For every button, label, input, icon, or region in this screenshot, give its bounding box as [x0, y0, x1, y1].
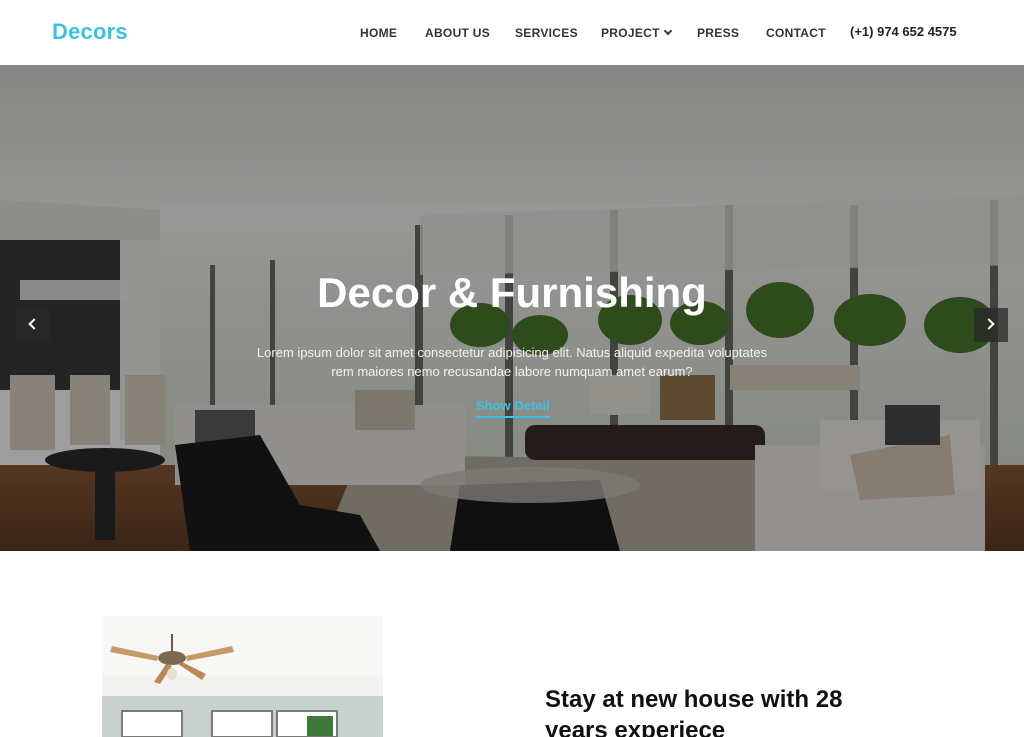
nav-item-about-us[interactable]: ABOUT US [425, 26, 490, 40]
hero-title: Decor & Furnishing [317, 269, 707, 316]
nav-item-project[interactable]: PROJECT [601, 26, 673, 40]
nav-item-services[interactable]: SERVICES [515, 26, 578, 40]
chevron-down-icon [663, 26, 673, 36]
about-title: Stay at new house with 28 years experiec… [545, 686, 843, 737]
slider-next-button[interactable] [974, 308, 1008, 342]
show-detail-link[interactable]: Show Detail [476, 398, 550, 418]
nav-item-press[interactable]: PRESS [697, 26, 739, 40]
phone-number[interactable]: (+1) 974 652 4575 [850, 24, 957, 39]
nav-item-contact[interactable]: CONTACT [766, 26, 826, 40]
site-header: Decors HOME ABOUT US SERVICES PROJECT PR… [0, 0, 1024, 65]
slider-prev-button[interactable] [16, 308, 50, 342]
chevron-left-icon [28, 318, 40, 330]
nav-item-home[interactable]: HOME [360, 26, 397, 40]
hero-slider: Decor & Furnishing Lorem ipsum dolor sit… [0, 65, 1024, 551]
nav-item-project-label: PROJECT [601, 26, 660, 40]
chevron-right-icon [983, 318, 995, 330]
about-image [102, 616, 383, 737]
hero-description: Lorem ipsum dolor sit amet consectetur a… [256, 345, 768, 379]
room-photo [102, 616, 383, 737]
